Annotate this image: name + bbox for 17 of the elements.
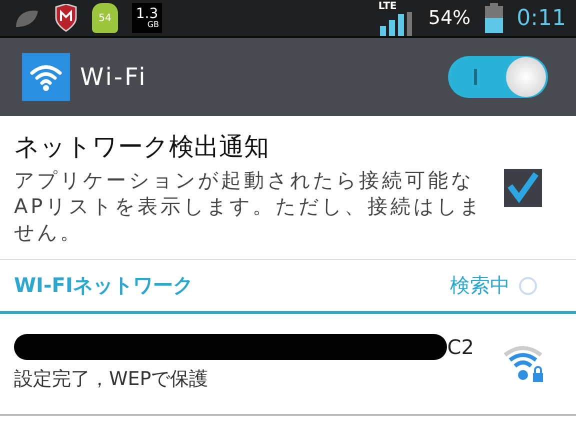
setting-title: ネットワーク検出通知 bbox=[14, 131, 270, 163]
android-badge-icon: 54 bbox=[92, 3, 118, 33]
battery-percent: 54% bbox=[428, 7, 471, 29]
network-status: 設定完了，WEPで保護 bbox=[14, 367, 210, 392]
spinner-icon bbox=[518, 276, 538, 296]
setting-description: アプリケーションが起動されたら接続可能なAPリストを表示します。ただし、接続はしません。 bbox=[14, 167, 484, 245]
search-status: 検索中 bbox=[450, 272, 510, 299]
wifi-icon bbox=[22, 53, 70, 101]
clock: 0:11 bbox=[516, 6, 566, 30]
checkbox[interactable] bbox=[504, 168, 542, 206]
section-title: WI-FIネットワーク bbox=[14, 272, 193, 299]
wifi-toggle[interactable] bbox=[448, 56, 548, 98]
network-name[interactable]: C2 bbox=[447, 335, 474, 359]
shield-icon bbox=[54, 4, 78, 32]
storage-badge: 1.3 GB bbox=[132, 3, 162, 33]
screen-title: Wi-Fi bbox=[80, 63, 148, 91]
battery-icon bbox=[484, 3, 503, 33]
